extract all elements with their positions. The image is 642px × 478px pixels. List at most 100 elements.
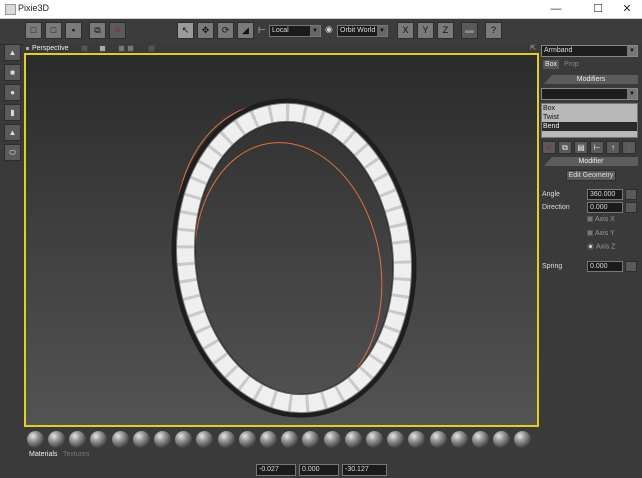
move-icon[interactable]: ✥ xyxy=(197,22,214,39)
spring-field[interactable]: 0.000 xyxy=(587,261,623,272)
angle-spinner[interactable] xyxy=(625,189,637,200)
viewport-header: Perspective ⇱ xyxy=(24,44,539,53)
cylinder-icon[interactable]: ▮ xyxy=(4,104,21,121)
chevron-down-icon: ▼ xyxy=(377,26,387,36)
material-swatch[interactable] xyxy=(48,431,65,448)
move-up-icon[interactable]: ↑ xyxy=(606,141,620,154)
list-item[interactable]: Twist xyxy=(542,113,637,122)
material-swatch[interactable] xyxy=(196,431,213,448)
modifier-header[interactable]: Modifier xyxy=(544,157,638,166)
material-swatch[interactable] xyxy=(345,431,362,448)
minimize-button[interactable]: — xyxy=(543,2,569,16)
material-swatch[interactable] xyxy=(451,431,468,448)
axis-z-toggle[interactable]: Z xyxy=(437,22,454,39)
rotate-icon[interactable]: ⟳ xyxy=(217,22,234,39)
viewport-3d[interactable] xyxy=(24,53,539,427)
direction-spinner[interactable] xyxy=(625,202,637,213)
plane-icon[interactable]: ▲ xyxy=(4,44,21,61)
spring-spinner[interactable] xyxy=(625,261,637,272)
material-swatch[interactable] xyxy=(366,431,383,448)
eye-icon: ◉ xyxy=(325,24,333,34)
box-icon[interactable]: ■ xyxy=(4,64,21,81)
checkbox-icon xyxy=(587,230,593,237)
render-icon[interactable]: ▬ xyxy=(461,22,478,39)
axis-y-toggle[interactable]: Y xyxy=(417,22,434,39)
move-down-icon[interactable]: ↓ xyxy=(622,141,636,154)
direction-field[interactable]: 0.000 xyxy=(587,202,623,213)
axis-z-label: Axis Z xyxy=(596,243,616,251)
material-swatch[interactable] xyxy=(260,431,277,448)
angle-field[interactable]: 360.000 xyxy=(587,189,623,200)
material-swatch[interactable] xyxy=(239,431,256,448)
close-button[interactable]: ✕ xyxy=(614,2,640,16)
tab-box[interactable]: Box xyxy=(543,60,560,69)
new-file-icon[interactable]: □ xyxy=(25,22,42,39)
sphere-icon[interactable]: ● xyxy=(4,84,21,101)
ring-outer-edge xyxy=(176,102,412,414)
coord-space-dropdown[interactable]: Local ▼ xyxy=(269,25,321,37)
select-arrow-icon[interactable]: ↖ xyxy=(177,22,194,39)
coord-x-field[interactable]: -0.027 xyxy=(256,464,296,476)
axis-x-option[interactable]: Axis X xyxy=(587,216,615,223)
material-swatch[interactable] xyxy=(514,431,531,448)
grid-icon[interactable] xyxy=(81,45,88,52)
cone-icon[interactable]: ▲ xyxy=(4,124,21,141)
paste-modifier-icon[interactable]: ▤ xyxy=(574,141,588,154)
material-swatch[interactable] xyxy=(175,431,192,448)
axis-y-option[interactable]: Axis Y xyxy=(587,230,615,237)
maximize-button[interactable]: ☐ xyxy=(585,2,611,16)
modifiers-header[interactable]: Modifiers xyxy=(544,75,638,84)
list-item[interactable]: Box xyxy=(542,104,637,113)
camera-icon[interactable] xyxy=(148,45,155,52)
material-swatch[interactable] xyxy=(27,431,44,448)
open-folder-icon[interactable]: □ xyxy=(45,22,62,39)
tab-prop[interactable]: Prop xyxy=(562,60,581,69)
main-toolbar: □ □ ▪ ⧉ ✕ ↖ ✥ ⟳ ◢ ⊢ Local ▼ ◉ Orbit World… xyxy=(0,19,642,45)
edit-geometry-button[interactable]: Edit Geometry xyxy=(566,170,616,181)
material-swatch[interactable] xyxy=(154,431,171,448)
save-icon[interactable]: ▪ xyxy=(65,22,82,39)
wireframe-icon[interactable] xyxy=(118,45,125,52)
material-swatch[interactable] xyxy=(493,431,510,448)
axis-z-option[interactable]: Axis Z xyxy=(587,243,615,250)
list-item[interactable]: Bend xyxy=(542,122,637,131)
viewport-label[interactable]: Perspective xyxy=(32,44,69,53)
material-swatch[interactable] xyxy=(387,431,404,448)
scale-icon[interactable]: ◢ xyxy=(237,22,254,39)
shading-icon[interactable] xyxy=(99,45,106,52)
material-swatch[interactable] xyxy=(133,431,150,448)
axis-x-toggle[interactable]: X xyxy=(397,22,414,39)
gizmo-modifier-icon[interactable]: ⊢ xyxy=(590,141,604,154)
app-icon xyxy=(5,4,16,15)
bounding-box-icon[interactable] xyxy=(127,45,134,52)
object-name: Armband xyxy=(544,47,573,54)
window-title: Pixie3D xyxy=(18,3,50,13)
material-swatch[interactable] xyxy=(324,431,341,448)
material-swatch[interactable] xyxy=(430,431,447,448)
coord-z-field[interactable]: -30.127 xyxy=(342,464,387,476)
duplicate-icon[interactable]: ⧉ xyxy=(89,22,106,39)
help-button[interactable]: ? xyxy=(485,22,502,39)
tab-materials[interactable]: Materials xyxy=(29,451,57,458)
maximize-viewport-icon[interactable]: ⇱ xyxy=(530,44,536,52)
object-dropdown[interactable]: Armband ▼ xyxy=(541,45,638,57)
coord-y-field[interactable]: 0.000 xyxy=(299,464,339,476)
delete-modifier-icon[interactable]: ✕ xyxy=(542,141,556,154)
material-swatch[interactable] xyxy=(90,431,107,448)
modifier-stack: Box Twist Bend xyxy=(541,103,638,138)
delete-icon[interactable]: ✕ xyxy=(109,22,126,39)
add-modifier-dropdown[interactable]: ▼ xyxy=(541,88,638,100)
material-swatch[interactable] xyxy=(302,431,319,448)
material-swatch[interactable] xyxy=(112,431,129,448)
material-swatch[interactable] xyxy=(69,431,86,448)
axis-gizmo-icon: ⊢ xyxy=(258,25,266,35)
copy-modifier-icon[interactable]: ⧉ xyxy=(558,141,572,154)
torus-icon[interactable]: ⬭ xyxy=(4,144,21,161)
material-swatch[interactable] xyxy=(281,431,298,448)
orbit-mode-dropdown[interactable]: Orbit World ▼ xyxy=(337,25,388,37)
material-swatch[interactable] xyxy=(408,431,425,448)
viewport-menu-icon[interactable] xyxy=(26,47,29,50)
material-swatch[interactable] xyxy=(218,431,235,448)
tab-textures[interactable]: Textures xyxy=(63,451,89,458)
material-swatch[interactable] xyxy=(472,431,489,448)
